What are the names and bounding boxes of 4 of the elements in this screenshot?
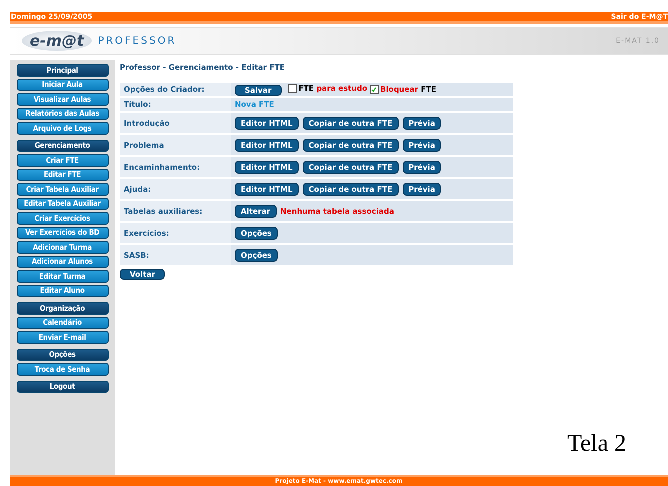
section-title: PROFESSOR [98, 36, 177, 46]
logo: e-m@t [22, 31, 92, 51]
checkbox[interactable] [370, 85, 378, 94]
checkbox[interactable] [288, 84, 297, 92]
